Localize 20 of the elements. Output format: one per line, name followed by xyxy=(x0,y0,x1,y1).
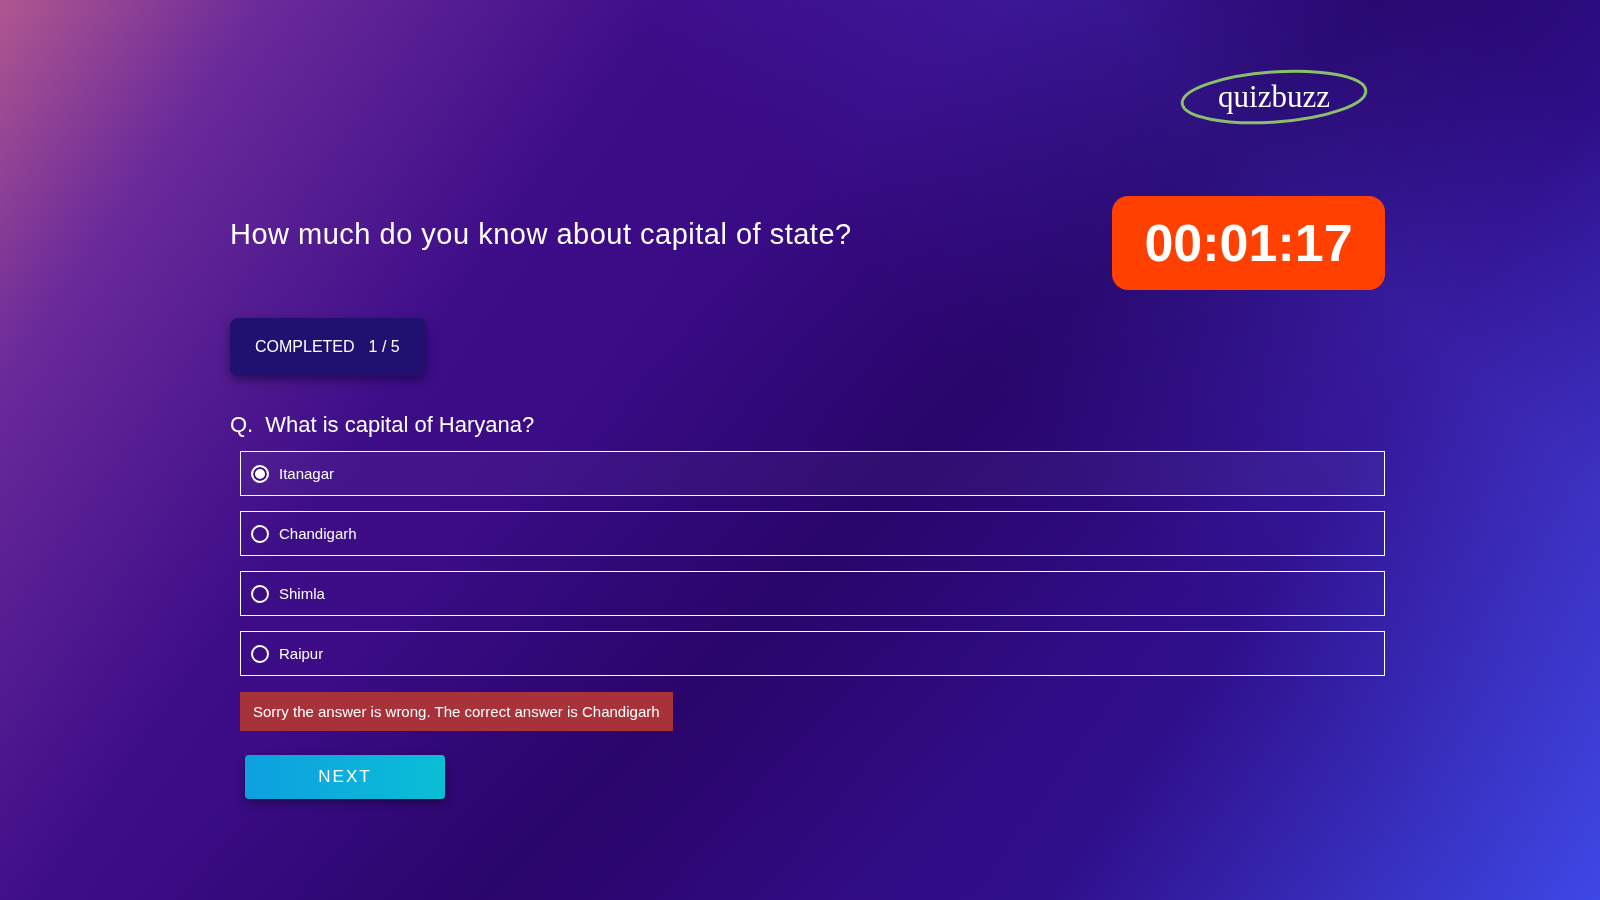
answer-option[interactable]: Chandigarh xyxy=(240,511,1385,556)
progress-count: 1 / 5 xyxy=(368,338,400,356)
answer-option[interactable]: Shimla xyxy=(240,571,1385,616)
quiz-title: How much do you know about capital of state? xyxy=(230,218,852,251)
radio-button[interactable] xyxy=(251,584,269,603)
radio-button[interactable] xyxy=(251,524,269,543)
radio-button[interactable] xyxy=(251,644,269,663)
option-label: Raipur xyxy=(279,645,324,662)
progress-label: COMPLETED xyxy=(255,338,355,356)
answer-option[interactable]: Raipur xyxy=(240,631,1385,676)
question-prefix: Q. xyxy=(230,412,254,438)
countdown-timer: 00:01:17 xyxy=(1112,196,1385,290)
question-text: What is capital of Haryana? xyxy=(265,412,535,438)
radio-button[interactable] xyxy=(251,464,269,483)
feedback-message: Sorry the answer is wrong. The correct answer is Chandigarh xyxy=(240,692,673,731)
option-label: Shimla xyxy=(279,585,325,602)
option-label: Chandigarh xyxy=(279,525,357,542)
answer-option[interactable]: Itanagar xyxy=(240,451,1385,496)
option-label: Itanagar xyxy=(279,465,335,482)
logo: quizbuzz xyxy=(1178,68,1370,126)
